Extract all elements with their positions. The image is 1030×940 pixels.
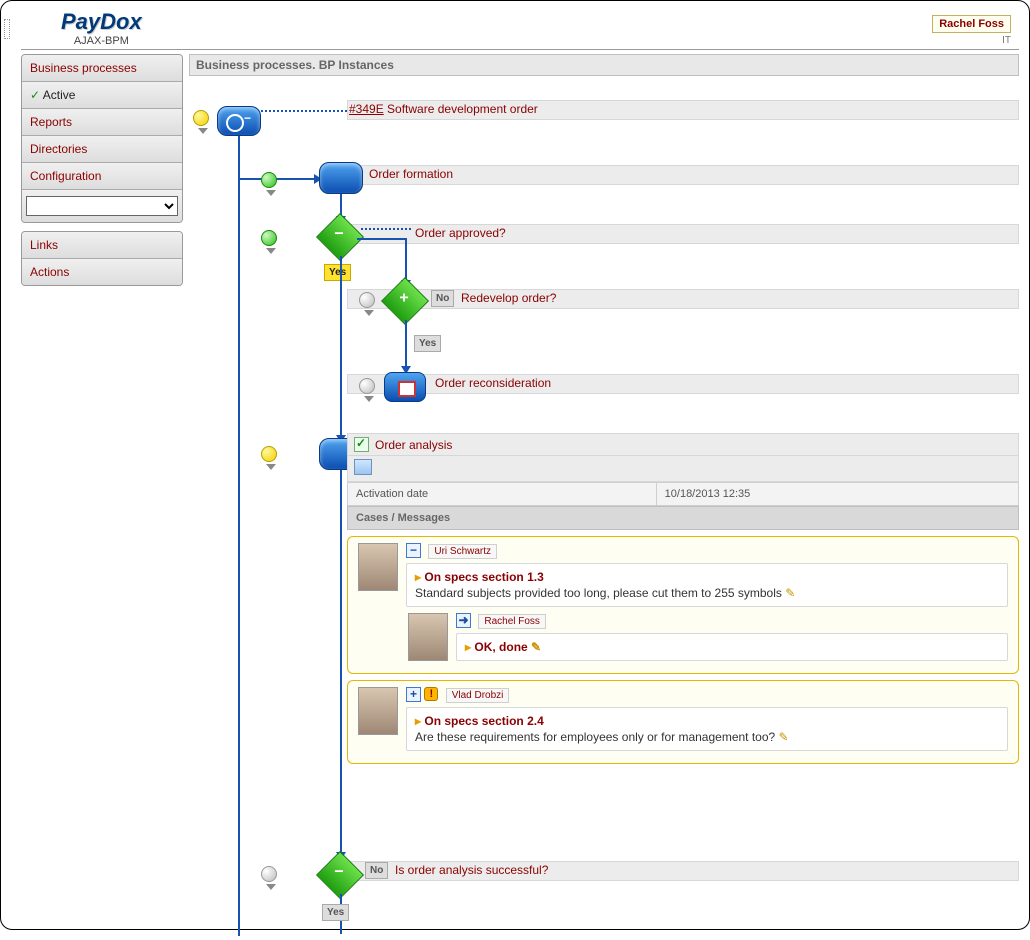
sidebar-item-active-label: Active — [43, 88, 76, 102]
sidebar-item-active[interactable]: ✓ Active — [22, 82, 182, 109]
process-id-link[interactable]: #349E — [349, 102, 384, 116]
badge-yes: Yes — [414, 335, 441, 352]
message-author[interactable]: Vlad Drobzi — [446, 688, 510, 703]
status-bullet-icon[interactable] — [261, 172, 277, 188]
expand-toggle[interactable]: + — [406, 687, 421, 702]
sidebar-select-wrap — [22, 190, 182, 222]
status-bullet-icon[interactable] — [193, 110, 209, 126]
connector — [361, 228, 411, 230]
gateway-label: Order approved? — [415, 226, 506, 240]
status-bullet-icon[interactable] — [261, 446, 277, 462]
sidebar-item-business-processes[interactable]: Business processes — [22, 55, 182, 82]
sidebar: Business processes ✓ Active Reports Dire… — [21, 54, 183, 930]
connector — [238, 178, 316, 180]
connector — [238, 136, 240, 936]
edit-icon[interactable]: ✎ — [779, 730, 789, 744]
sidebar-item-directories[interactable]: Directories — [22, 136, 182, 163]
message-body: Are these requirements for employees onl… — [415, 730, 999, 744]
edit-icon[interactable]: ✎ — [785, 586, 795, 600]
connector — [261, 110, 347, 112]
status-bullet-icon[interactable] — [261, 230, 277, 246]
message-subject[interactable]: On specs section 1.3 — [415, 570, 999, 584]
task-label: Order reconsideration — [435, 376, 551, 390]
cases-messages-header: Cases / Messages — [347, 506, 1019, 530]
user-name-link[interactable]: Rachel Foss — [932, 15, 1011, 33]
main-area: Business processes. BP Instances #349E S… — [189, 54, 1019, 930]
message-thread: − Uri Schwartz On specs section 1.3 Stan… — [347, 536, 1019, 674]
connector — [405, 320, 407, 372]
edit-icon[interactable]: ✎ — [531, 640, 541, 654]
message-author[interactable]: Uri Schwartz — [428, 544, 497, 559]
user-department: IT — [932, 35, 1011, 46]
task-detail-panel: Order analysis Activation date 10/18/201… — [347, 433, 1019, 764]
activation-date-label: Activation date — [348, 483, 657, 506]
badge-yes: Yes — [324, 264, 351, 281]
badge-no: No — [431, 290, 454, 307]
chevron-down-icon[interactable] — [198, 128, 208, 134]
status-bullet-icon[interactable] — [359, 292, 375, 308]
detail-table: Activation date 10/18/2013 12:35 — [347, 482, 1019, 506]
reply-icon[interactable]: ➜ — [456, 613, 471, 628]
document-icon[interactable] — [354, 459, 372, 475]
current-user: Rachel Foss IT — [932, 9, 1011, 46]
check-icon[interactable] — [354, 437, 369, 452]
status-bullet-icon[interactable] — [261, 866, 277, 882]
process-title[interactable]: #349E Software development order — [349, 102, 538, 116]
avatar — [358, 543, 398, 591]
gateway-label: Redevelop order? — [461, 291, 556, 305]
bpm-canvas: #349E Software development order Order f… — [189, 80, 1019, 930]
sidebar-item-reports[interactable]: Reports — [22, 109, 182, 136]
app-logo: PayDox AJAX-BPM — [61, 9, 142, 47]
logo-subtitle: AJAX-BPM — [74, 35, 129, 47]
task-label: Order formation — [369, 167, 453, 181]
chevron-down-icon[interactable] — [364, 396, 374, 402]
message-body: Standard subjects provided too long, ple… — [415, 586, 999, 600]
logo-text: PayDox — [61, 9, 142, 35]
sidebar-item-links[interactable]: Links — [22, 232, 182, 259]
message-subject[interactable]: On specs section 2.4 — [415, 714, 999, 728]
chevron-down-icon[interactable] — [364, 310, 374, 316]
drag-handle-icon[interactable] — [4, 19, 10, 39]
chevron-down-icon[interactable] — [266, 190, 276, 196]
connector — [340, 256, 342, 441]
subprocess-order-reconsideration[interactable] — [384, 372, 426, 402]
alert-icon: ! — [424, 687, 438, 701]
collapse-toggle[interactable]: − — [406, 543, 421, 558]
task-label: Order analysis — [375, 438, 452, 452]
task-node-order-formation[interactable] — [319, 162, 363, 194]
chevron-down-icon[interactable] — [266, 248, 276, 254]
connector — [357, 238, 405, 240]
activation-date-value: 10/18/2013 12:35 — [656, 483, 1018, 506]
chevron-down-icon[interactable] — [266, 884, 276, 890]
gateway-order-approved[interactable]: − — [316, 213, 364, 261]
page-title: Business processes. BP Instances — [189, 54, 1019, 76]
connector — [340, 470, 342, 858]
gateway-redevelop-order[interactable]: + — [381, 277, 429, 325]
badge-no: No — [365, 862, 388, 879]
sidebar-item-configuration[interactable]: Configuration — [22, 163, 182, 190]
gateway-analysis-successful[interactable]: − — [316, 851, 364, 899]
status-bullet-icon[interactable] — [359, 378, 375, 394]
avatar — [358, 687, 398, 735]
gateway-label: Is order analysis successful? — [395, 863, 548, 877]
sidebar-select[interactable] — [26, 196, 178, 216]
badge-yes: Yes — [322, 904, 349, 921]
chevron-down-icon[interactable] — [266, 464, 276, 470]
start-node[interactable] — [217, 106, 261, 136]
message-thread: + ! Vlad Drobzi On specs section 2.4 Are… — [347, 680, 1019, 764]
process-title-text: Software development order — [387, 102, 538, 116]
avatar — [408, 613, 448, 661]
sidebar-item-actions[interactable]: Actions — [22, 259, 182, 285]
app-header: PayDox AJAX-BPM Rachel Foss IT — [21, 5, 1019, 50]
message-author[interactable]: Rachel Foss — [478, 614, 546, 629]
message-subject: OK, done ✎ — [465, 640, 999, 654]
